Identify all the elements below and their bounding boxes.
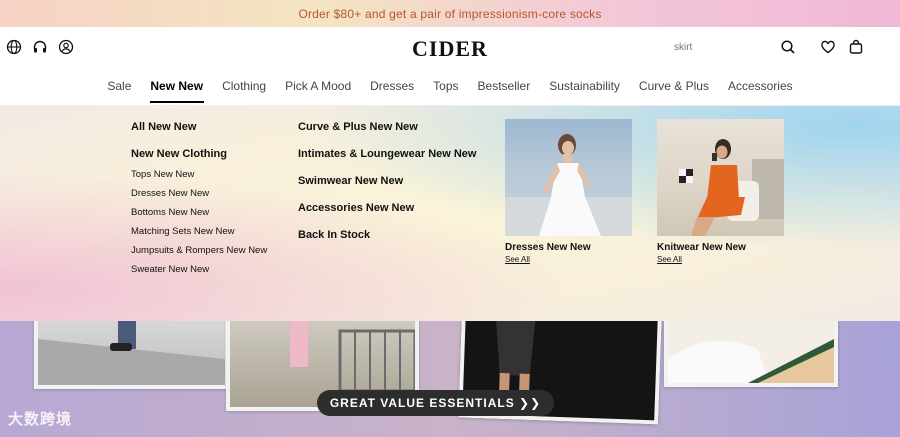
nav-item-tops[interactable]: Tops <box>424 69 468 105</box>
nav-item-sale[interactable]: Sale <box>98 69 141 105</box>
see-all-link[interactable]: See All <box>657 255 784 264</box>
menu-link-all-new-new[interactable]: All New New <box>131 121 267 133</box>
nav-item-new-new[interactable]: New New <box>141 69 213 105</box>
watermark: 大数跨境 <box>8 411 73 428</box>
menu-link[interactable]: Dresses New New <box>131 188 267 199</box>
menu-link[interactable]: Accessories New New <box>298 202 476 214</box>
hero-photo <box>664 321 838 387</box>
hero-photo <box>34 321 229 389</box>
menu-link[interactable]: Curve & Plus New New <box>298 121 476 133</box>
menu-link[interactable]: Sweater New New <box>131 264 267 275</box>
hero-banner[interactable] <box>0 321 900 437</box>
menu-link[interactable]: Intimates & Loungewear New New <box>298 148 476 160</box>
search-icon[interactable] <box>780 39 796 55</box>
nav-item-accessories[interactable]: Accessories <box>718 69 802 105</box>
menu-link[interactable]: Jumpsuits & Rompers New New <box>131 245 267 256</box>
menu-link[interactable]: Bottoms New New <box>131 207 267 218</box>
search-box[interactable] <box>664 37 804 57</box>
mega-menu: All New New New New Clothing Tops New Ne… <box>0 105 900 321</box>
promo-banner[interactable]: Order $80+ and get a pair of impressioni… <box>0 0 900 27</box>
promo-card-dresses[interactable]: Dresses New New See All <box>505 119 632 264</box>
menu-link[interactable]: Swimwear New New <box>298 175 476 187</box>
dresses-image[interactable] <box>505 119 632 236</box>
promo-card-label[interactable]: Dresses New New <box>505 242 632 253</box>
promo-card-knitwear[interactable]: Knitwear New New See All <box>657 119 784 264</box>
nav-item-bestseller[interactable]: Bestseller <box>468 69 540 105</box>
bag-icon[interactable] <box>848 39 864 55</box>
menu-column-1: All New New New New Clothing Tops New Ne… <box>131 121 267 283</box>
promo-text: Order $80+ and get a pair of impressioni… <box>298 6 602 21</box>
menu-link[interactable]: Tops New New <box>131 169 267 180</box>
nav-item-curve-plus[interactable]: Curve & Plus <box>629 69 718 105</box>
heart-icon[interactable] <box>820 39 836 55</box>
main-nav: Sale New New Clothing Pick A Mood Dresse… <box>0 69 900 105</box>
nav-item-sustainability[interactable]: Sustainability <box>540 69 630 105</box>
menu-link[interactable]: Matching Sets New New <box>131 226 267 237</box>
nav-item-pick-a-mood[interactable]: Pick A Mood <box>276 69 361 105</box>
promo-card-label[interactable]: Knitwear New New <box>657 242 784 253</box>
see-all-link[interactable]: See All <box>505 255 632 264</box>
header-right-icons <box>820 39 864 55</box>
nav-item-clothing[interactable]: Clothing <box>213 69 276 105</box>
menu-column-2: Curve & Plus New New Intimates & Loungew… <box>298 121 476 256</box>
search-input[interactable] <box>664 41 774 53</box>
menu-link-back-in-stock[interactable]: Back In Stock <box>298 229 476 241</box>
knitwear-image[interactable] <box>657 119 784 236</box>
site-header: CIDER <box>0 27 900 69</box>
great-value-essentials-button[interactable]: GREAT VALUE ESSENTIALS ❯❯ <box>317 390 554 416</box>
nav-item-dresses[interactable]: Dresses <box>361 69 424 105</box>
menu-link-new-new-clothing[interactable]: New New Clothing <box>131 148 267 160</box>
